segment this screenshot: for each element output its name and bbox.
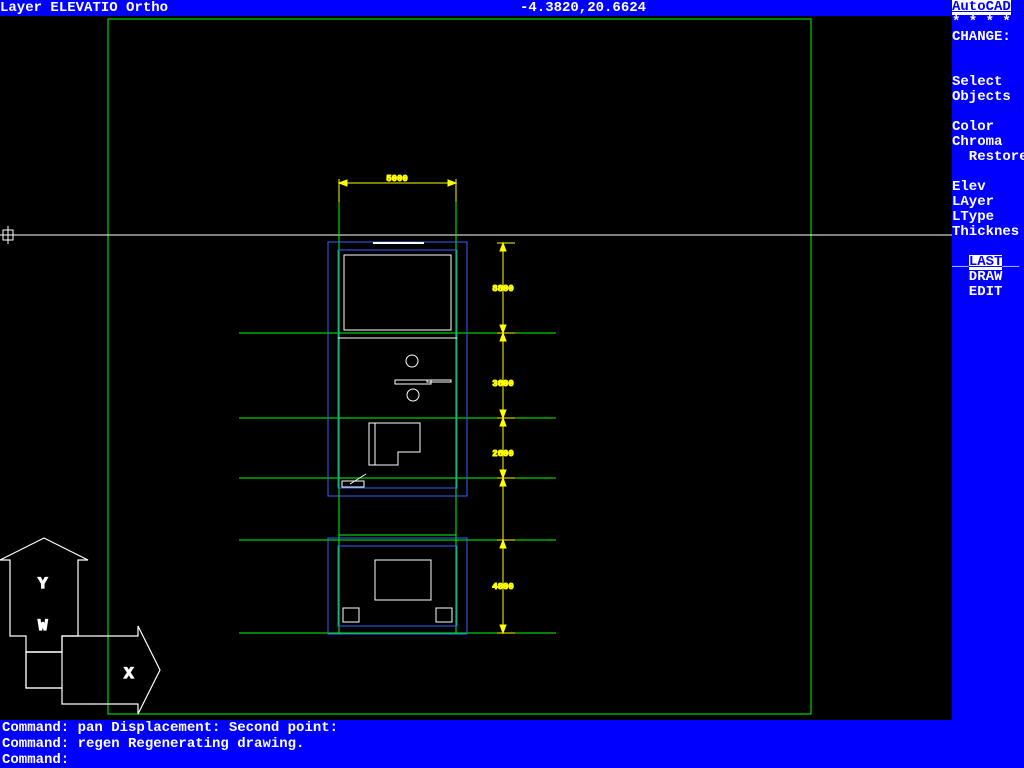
drawing-canvas[interactable]: 5000 8800 3600 2600 4000 X Y W	[0, 16, 952, 720]
status-bar: Layer ELEVATIO Ortho -4.3820,20.6624	[0, 0, 1024, 16]
menu-edit[interactable]: EDIT	[952, 285, 1024, 300]
menu-change[interactable]: CHANGE:	[952, 30, 1024, 45]
door-symbol	[342, 474, 366, 487]
ucs-x: X	[124, 665, 134, 683]
menu-last: LAST	[969, 255, 1003, 270]
ortho-mode: Ortho	[126, 0, 168, 16]
command-area[interactable]: Command: pan Displacement: Second point:…	[0, 720, 1024, 768]
menu-objects[interactable]: Objects	[952, 90, 1024, 105]
menu-restore[interactable]: Restore	[952, 150, 1024, 165]
layer-label: Layer	[0, 0, 42, 16]
cursor-coordinates: -4.3820,20.6624	[520, 0, 646, 16]
layer-name: ELEVATIO	[50, 0, 117, 16]
dim-r3: 2600	[492, 449, 514, 459]
command-line-1: Command: pan Displacement: Second point:	[2, 720, 1024, 736]
menu-draw[interactable]: DRAW	[952, 270, 1024, 285]
command-line-2: Command: regen Regenerating drawing.	[2, 736, 1024, 752]
screen-menu: AutoCAD * * * * CHANGE: Select Objects C…	[952, 0, 1024, 768]
dimensions: 5000 8800 3600 2600 4000	[339, 174, 515, 633]
ucs-w: W	[38, 617, 48, 635]
drawing-extents	[108, 19, 811, 714]
menu-title[interactable]: AutoCAD	[952, 0, 1011, 15]
menu-chroma[interactable]: Chroma	[952, 135, 1024, 150]
menu-elev[interactable]: Elev	[952, 180, 1024, 195]
dim-r4: 4000	[492, 582, 514, 592]
command-prompt[interactable]: Command:	[2, 752, 1024, 768]
menu-color[interactable]: Color	[952, 120, 1024, 135]
ucs-y: Y	[38, 575, 48, 593]
ucs-icon: X Y W	[0, 538, 160, 714]
menu-layer[interactable]: LAyer	[952, 195, 1024, 210]
menu-select[interactable]: Select	[952, 75, 1024, 90]
menu-thicknes[interactable]: Thicknes	[952, 225, 1024, 240]
building-outline	[328, 242, 467, 634]
dim-top: 5000	[386, 174, 408, 184]
dim-r2: 3600	[492, 379, 514, 389]
dim-r1: 8800	[492, 284, 514, 294]
menu-stars[interactable]: * * * *	[952, 15, 1024, 30]
crosshair-icon	[0, 226, 952, 244]
menu-last-row[interactable]: __LAST__	[952, 255, 1024, 270]
menu-ltype[interactable]: LType	[952, 210, 1024, 225]
